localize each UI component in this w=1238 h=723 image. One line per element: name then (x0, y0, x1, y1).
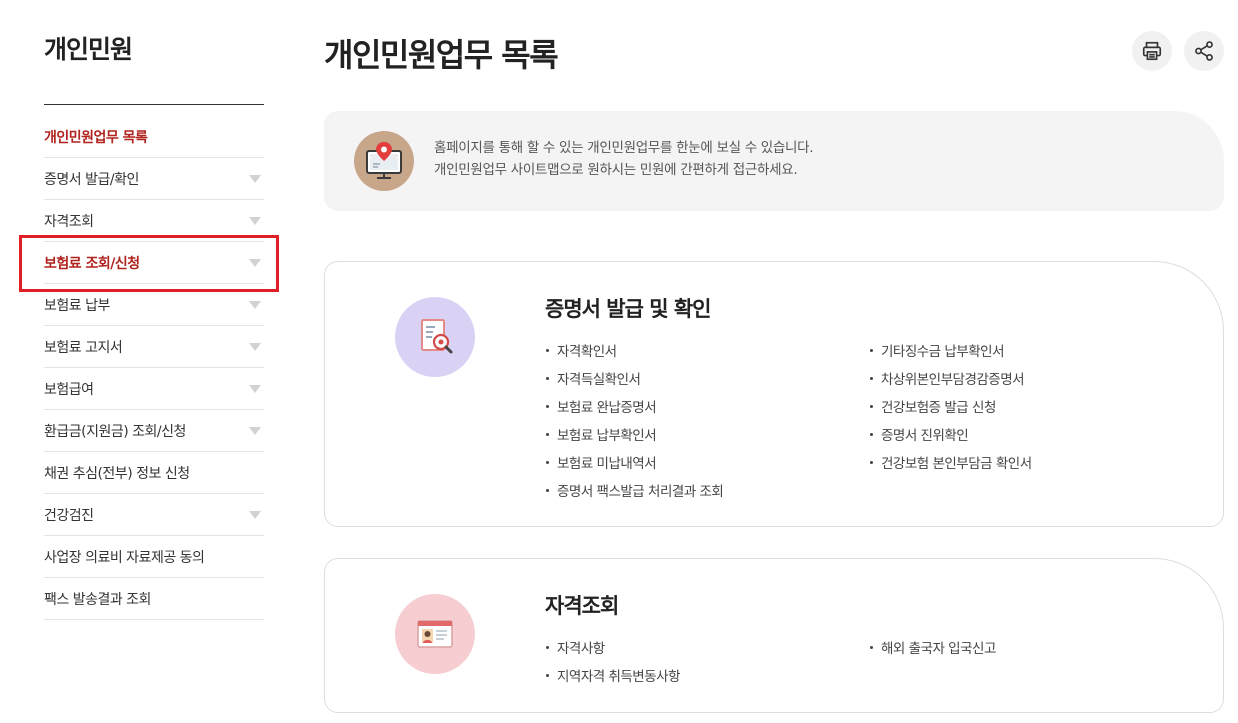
document-search-icon (395, 297, 475, 377)
chevron-down-icon (249, 342, 261, 351)
chevron-down-icon (249, 216, 261, 225)
sidebar-item-label: 개인민원업무 목록 (44, 129, 148, 146)
sidebar-item-label: 보험급여 (44, 381, 94, 398)
chevron-down-icon (249, 426, 261, 435)
intro-line-1: 홈페이지를 통해 할 수 있는 개인민원업무를 한눈에 보실 수 있습니다. (434, 140, 814, 156)
sidebar-item-label: 환급금(지원금) 조회/신청 (44, 423, 186, 440)
sidebar-menu: 개인민원업무 목록 증명서 발급/확인 자격조회 보험료 조회/신청 보험료 납… (44, 116, 264, 620)
link-other-collection-payment[interactable]: 기타징수금 납부확인서 (869, 336, 1032, 364)
link-copayment-confirmation[interactable]: 건강보험 본인부담금 확인서 (869, 448, 1032, 476)
id-card-icon (395, 594, 475, 674)
sidebar-item-label: 건강검진 (44, 507, 94, 524)
chevron-down-icon (249, 300, 261, 309)
link-certificate-verification[interactable]: 증명서 진위확인 (869, 420, 1032, 448)
sidebar-item-label: 보험료 납부 (44, 297, 110, 314)
location-monitor-icon (354, 131, 414, 191)
sidebar-item-refund[interactable]: 환급금(지원금) 조회/신청 (44, 410, 264, 452)
chevron-down-icon (249, 258, 261, 267)
card-link-list: 기타징수금 납부확인서 차상위본인부담경감증명서 건강보험증 발급 신청 증명서… (869, 336, 1032, 476)
sidebar-item-certificate[interactable]: 증명서 발급/확인 (44, 158, 264, 200)
share-icon (1195, 41, 1213, 61)
card-title: 자격조회 (545, 594, 619, 618)
sidebar-item-premium-payment[interactable]: 보험료 납부 (44, 284, 264, 326)
sidebar-item-label: 자격조회 (44, 213, 94, 230)
sidebar-item-health-checkup[interactable]: 건강검진 (44, 494, 264, 536)
chevron-down-icon (249, 384, 261, 393)
card-link-list: 자격확인서 자격득실확인서 보험료 완납증명서 보험료 납부확인서 보험료 미납… (545, 336, 724, 504)
print-button[interactable] (1132, 31, 1172, 71)
card-title: 증명서 발급 및 확인 (545, 297, 711, 321)
sidebar-item-label: 채권 추심(전부) 정보 신청 (44, 465, 190, 482)
link-qualification-certificate[interactable]: 자격확인서 (545, 336, 723, 364)
intro-banner: 홈페이지를 통해 할 수 있는 개인민원업무를 한눈에 보실 수 있습니다. 개… (324, 111, 1224, 211)
link-payment-confirmation[interactable]: 보험료 납부확인서 (545, 420, 723, 448)
link-insurance-card-issue[interactable]: 건강보험증 발급 신청 (869, 392, 1032, 420)
sidebar-item-label: 증명서 발급/확인 (44, 171, 139, 188)
sidebar-item-fax-result[interactable]: 팩스 발송결과 조회 (44, 578, 264, 620)
sidebar-item-premium-inquiry[interactable]: 보험료 조회/신청 (44, 242, 264, 284)
sidebar-item-insurance-benefit[interactable]: 보험급여 (44, 368, 264, 410)
divider (44, 104, 264, 105)
sidebar-item-eligibility[interactable]: 자격조회 (44, 200, 264, 242)
card-certificate: 증명서 발급 및 확인 자격확인서 자격득실확인서 보험료 완납증명서 보험료 … (324, 261, 1224, 527)
sidebar-item-premium-notice[interactable]: 보험료 고지서 (44, 326, 264, 368)
intro-text: 홈페이지를 통해 할 수 있는 개인민원업무를 한눈에 보실 수 있습니다. 개… (434, 137, 814, 181)
link-qualification-details[interactable]: 자격사항 (545, 633, 680, 661)
sidebar-item-label: 보험료 조회/신청 (44, 255, 140, 272)
link-unpaid-statement[interactable]: 보험료 미납내역서 (545, 448, 723, 476)
sidebar-item-label: 사업장 의료비 자료제공 동의 (44, 549, 205, 566)
share-button[interactable] (1184, 31, 1224, 71)
card-eligibility: 자격조회 자격사항 지역자격 취득변동사항 해외 출국자 입국신고 (324, 558, 1224, 713)
printer-icon (1142, 41, 1162, 61)
sidebar-item-label: 팩스 발송결과 조회 (44, 591, 151, 608)
chevron-down-icon (249, 174, 261, 183)
card-link-list: 자격사항 지역자격 취득변동사항 (545, 633, 681, 689)
sidebar-item-medical-data-consent[interactable]: 사업장 의료비 자료제공 동의 (44, 536, 264, 578)
sidebar-item-bond-collection[interactable]: 채권 추심(전부) 정보 신청 (44, 452, 264, 494)
link-regional-qualification-changes[interactable]: 지역자격 취득변동사항 (545, 661, 681, 689)
link-overseas-entry-report[interactable]: 해외 출국자 입국신고 (869, 633, 996, 661)
link-full-payment-certificate[interactable]: 보험료 완납증명서 (545, 392, 723, 420)
link-low-income-reduction[interactable]: 차상위본인부담경감증명서 (869, 364, 1032, 392)
intro-line-2: 개인민원업무 사이트맵으로 원하시는 민원에 간편하게 접근하세요. (434, 162, 798, 178)
link-fax-issue-result[interactable]: 증명서 팩스발급 처리결과 조회 (545, 476, 724, 504)
page-title: 개인민원업무 목록 (324, 36, 559, 74)
sidebar-item-label: 보험료 고지서 (44, 339, 123, 356)
card-link-list: 해외 출국자 입국신고 (869, 633, 996, 661)
link-qualification-history[interactable]: 자격득실확인서 (545, 364, 723, 392)
sidebar-item-personal-list[interactable]: 개인민원업무 목록 (44, 116, 264, 158)
sidebar-title: 개인민원 (44, 35, 133, 64)
chevron-down-icon (249, 510, 261, 519)
